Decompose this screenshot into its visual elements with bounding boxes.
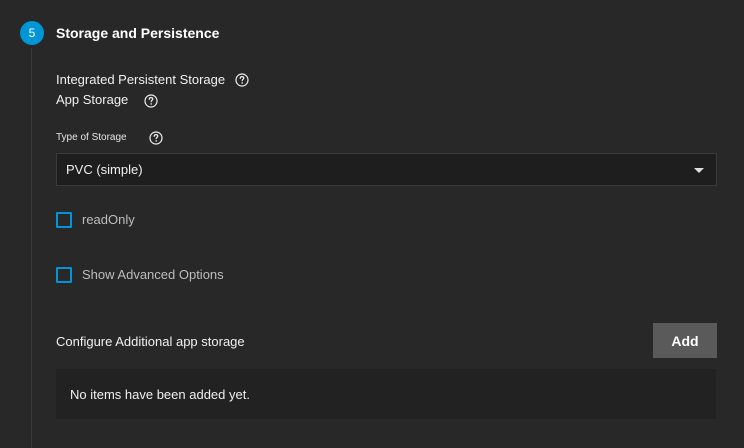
- help-icon[interactable]: [149, 131, 163, 145]
- integrated-storage-label: Integrated Persistent Storage: [56, 72, 226, 87]
- stepper-line: [31, 48, 32, 448]
- show-advanced-options-label: Show Advanced Options: [82, 267, 224, 282]
- section-title: Storage and Persistence: [56, 25, 220, 41]
- checkbox-box[interactable]: [56, 267, 72, 283]
- caret-down-icon: [694, 168, 704, 173]
- read-only-checkbox[interactable]: readOnly: [56, 212, 135, 228]
- help-icon[interactable]: [235, 73, 249, 87]
- checkbox-box[interactable]: [56, 212, 72, 228]
- type-of-storage-label: Type of Storage: [56, 132, 127, 143]
- add-button[interactable]: Add: [653, 323, 717, 358]
- read-only-label: readOnly: [82, 212, 135, 227]
- empty-list-message: No items have been added yet.: [70, 387, 250, 402]
- configure-additional-storage-label: Configure Additional app storage: [56, 334, 245, 349]
- show-advanced-options-checkbox[interactable]: Show Advanced Options: [56, 267, 224, 283]
- step-number-badge: 5: [20, 21, 44, 45]
- additional-storage-list: No items have been added yet.: [56, 369, 716, 419]
- storage-type-select[interactable]: PVC (simple): [56, 153, 717, 186]
- app-storage-label: App Storage: [56, 92, 129, 107]
- storage-type-value: PVC (simple): [66, 162, 143, 177]
- help-icon[interactable]: [144, 94, 158, 108]
